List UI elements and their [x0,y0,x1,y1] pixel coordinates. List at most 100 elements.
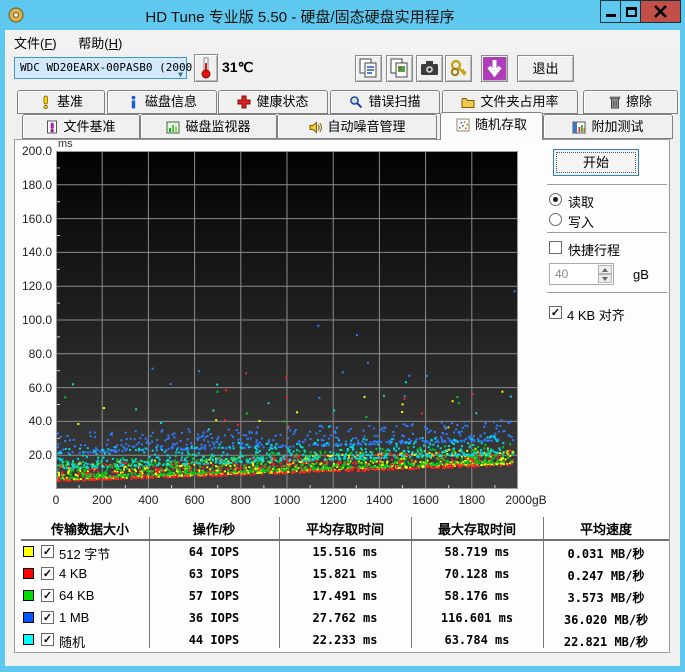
iops-value: 64 IOPS [188,545,240,559]
max-time-value: 58.176 ms [444,589,510,603]
y-tick-label: 200.0 [21,144,52,158]
x-tick-label: 1400 [366,493,393,507]
tab-label: 附加测试 [591,119,644,134]
tab-label: 磁盘信息 [144,94,197,109]
close-button[interactable] [640,0,681,23]
series-color-swatch [23,612,34,623]
minimize-button[interactable] [600,0,621,23]
y-tick-label: 120.0 [21,279,52,294]
copy-image-button[interactable] [386,55,413,82]
series-checkbox[interactable]: ✓ [41,545,54,558]
file-benchmark-icon [46,118,58,138]
avg-time-value: 17.491 ms [312,589,378,603]
short-stroke-checkbox[interactable] [549,241,562,254]
tab-错误扫描[interactable]: 错误扫描 [330,90,440,114]
tab-文件基准[interactable]: 文件基准 [22,114,140,139]
maximize-icon [626,7,637,17]
x-tick-label: 1800 [458,493,486,507]
close-icon [654,5,667,18]
x-tick-label: 0 [52,493,60,507]
temperature-value: 31℃ [222,59,254,75]
iops-value: 63 IOPS [188,567,240,581]
maximize-button[interactable] [620,0,641,23]
write-label: 写入 [568,215,595,230]
tab-磁盘信息[interactable]: 磁盘信息 [107,90,217,114]
tab-擦除[interactable]: 擦除 [583,90,678,114]
copy-text-button[interactable] [355,55,382,82]
benchmark-icon [39,94,52,113]
series-checkbox[interactable]: ✓ [41,611,54,624]
speed-value: 3.573 MB/秒 [567,591,645,605]
separator [547,232,667,234]
series-checkbox[interactable]: ✓ [41,633,54,646]
x-tick-label: 400 [138,493,159,507]
tab-健康状态[interactable]: 健康状态 [218,90,328,114]
x-tick-label: 200 [92,493,113,507]
tab-文件夹占用率[interactable]: 文件夹占用率 [442,90,578,114]
x-tick-label: 1600 [412,493,439,507]
copy-image-icon [390,58,408,78]
y-tick-label: 80.0 [28,346,52,361]
speed-value: 0.031 MB/秒 [567,547,645,561]
tab-label: 自动噪音管理 [327,119,406,134]
col-header-max: 最大存取时间 [437,522,516,537]
drive-select[interactable]: WDC WD20EARX-00PASB0 (2000 gB) ▼ [14,57,219,79]
series-label: 64 KB [59,588,95,603]
title-bar[interactable]: HD Tune 专业版 5.50 - 硬盘/固态硬盘实用程序 [0,0,685,30]
read-label: 读取 [568,195,595,210]
series-checkbox[interactable]: ✓ [41,567,54,580]
start-button[interactable]: 开始 [553,149,639,176]
chevron-down-icon: ▼ [178,70,183,79]
temperature-button[interactable] [194,54,218,82]
update-button[interactable] [481,55,508,82]
col-header-avg: 平均存取时间 [305,522,384,537]
exit-button[interactable]: 退出 [517,55,574,82]
toolbar: WDC WD20EARX-00PASB0 (2000 gB) ▼ 31℃ 退出 [5,52,680,90]
disk-monitor-icon [166,118,180,138]
tab-label: 随机存取 [474,117,527,132]
screenshot-icon [421,61,438,75]
tab-随机存取[interactable]: 随机存取 [440,112,543,140]
speed-value: 36.020 MB/秒 [563,613,649,627]
col-header-iops: 操作/秒 [192,522,236,537]
iops-value: 57 IOPS [188,589,240,603]
tab-label: 文件基准 [63,119,116,134]
series-label: 512 字节 [59,547,111,562]
y-axis-unit: ms [58,138,73,150]
align-checkbox[interactable]: ✓ [549,306,562,319]
max-time-value: 63.784 ms [444,633,510,647]
erase-icon [609,94,621,113]
x-tick-label: 600 [184,493,205,507]
radio-dot [553,197,558,202]
scatter-chart [55,151,518,489]
avg-time-value: 27.762 ms [312,611,378,625]
aam-icon [308,118,323,138]
col-header-size: 传输数据大小 [50,522,129,537]
write-radio[interactable] [549,213,562,226]
tab-基准[interactable]: 基准 [17,90,105,114]
series-label: 4 KB [59,566,88,581]
thermometer-icon [201,57,211,79]
drive-select-value: WDC WD20EARX-00PASB0 (2000 gB) [20,61,219,74]
short-stroke-input[interactable]: 40 [549,263,614,285]
max-time-value: 70.128 ms [444,567,510,581]
tab-自动噪音管理[interactable]: 自动噪音管理 [277,114,437,139]
series-checkbox[interactable]: ✓ [41,589,54,602]
y-tick-label: 180.0 [21,177,52,192]
y-tick-label: 40.0 [28,414,52,429]
tab-label: 错误扫描 [368,94,421,109]
tab-磁盘监视器[interactable]: 磁盘监视器 [140,114,277,139]
y-tick-label: 140.0 [21,245,52,260]
series-color-swatch [23,568,34,579]
spinner-up-icon[interactable] [598,265,612,274]
window-title: HD Tune 专业版 5.50 - 硬盘/固态硬盘实用程序 [145,9,455,26]
y-tick-label: 160.0 [21,211,52,226]
tab-附加测试[interactable]: 附加测试 [543,114,673,139]
read-radio[interactable] [549,193,562,206]
screenshot-button[interactable] [416,55,443,82]
license-keys-button[interactable] [445,55,472,82]
series-color-swatch [23,590,34,601]
spinner-down-icon[interactable] [598,274,612,283]
short-stroke-value: 40 [555,267,569,281]
separator [547,292,667,294]
